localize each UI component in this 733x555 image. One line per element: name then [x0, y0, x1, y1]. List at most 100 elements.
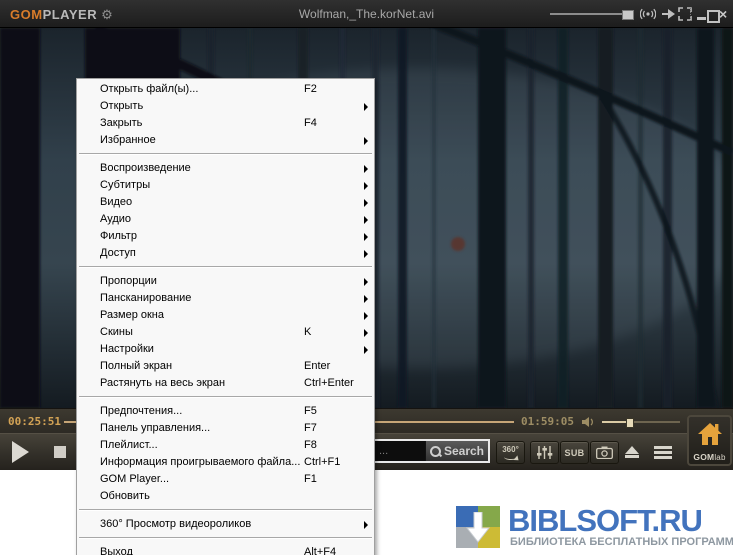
titlebar-slider[interactable] — [550, 13, 632, 15]
view-360-button[interactable]: 360° — [496, 441, 525, 464]
view-360-label: 360° — [502, 446, 519, 454]
pin-on-top-icon[interactable] — [661, 6, 677, 22]
menu-item[interactable]: Выход Alt+F4 — [77, 544, 374, 555]
menu-item-label: Пансканирование — [100, 292, 191, 304]
menu-item-label: Субтитры — [100, 179, 150, 191]
search-button[interactable]: Search — [425, 441, 488, 461]
submenu-arrow-icon — [364, 103, 368, 111]
menu-item-label: Закрыть — [100, 117, 142, 129]
gomlab-label-bold: GOM — [693, 452, 714, 462]
menu-item[interactable]: Размер окна — [77, 307, 374, 324]
menu-item-shortcut: Ctrl+F1 — [304, 454, 340, 471]
menu-item[interactable]: Полный экран Enter — [77, 358, 374, 375]
eject-icon — [625, 446, 639, 454]
rotate-arrow-icon — [504, 454, 518, 460]
gear-icon[interactable]: ⚙ — [101, 7, 113, 22]
minimize-button[interactable] — [697, 17, 706, 20]
menu-separator — [79, 537, 372, 539]
submenu-arrow-icon — [364, 233, 368, 241]
menu-item-shortcut: F4 — [304, 115, 317, 132]
menu-item-label: Пропорции — [100, 275, 157, 287]
eject-icon-bar — [625, 455, 639, 458]
menu-item-shortcut: K — [304, 324, 311, 341]
titlebar-divider — [690, 8, 691, 21]
menu-item[interactable]: Предпочтения...F5 — [77, 403, 374, 420]
gomlab-label-rest: lab — [714, 453, 725, 462]
menu-item[interactable]: Растянуть на весь экран Ctrl+Enter — [77, 375, 374, 392]
subtitles-button[interactable]: SUB — [560, 441, 589, 464]
menu-item-shortcut: F8 — [304, 437, 317, 454]
menu-item[interactable]: Открыть — [77, 98, 374, 115]
menu-item-shortcut: Alt+F4 — [304, 544, 336, 555]
menu-item[interactable]: 360° Просмотр видеороликов — [77, 516, 374, 533]
menu-item[interactable]: Видео — [77, 194, 374, 211]
menu-item[interactable]: Обновить — [77, 488, 374, 505]
menu-item[interactable]: Аудио — [77, 211, 374, 228]
menu-item[interactable]: Открыть файл(ы)...F2 — [77, 81, 374, 98]
control-panel-button[interactable] — [530, 441, 559, 464]
menu-item[interactable]: Информация проигрываемого файла...Ctrl+F… — [77, 454, 374, 471]
gomlab-label: GOMlab — [689, 452, 730, 462]
menu-item[interactable]: Фильтр — [77, 228, 374, 245]
menu-item-label: Открыть — [100, 100, 143, 112]
menu-item-label: Настройки — [100, 343, 154, 355]
menu-item-label: Полный экран — [100, 360, 172, 372]
menu-item-shortcut: F7 — [304, 420, 317, 437]
volume-fill — [602, 421, 628, 423]
hamburger-icon — [654, 446, 672, 449]
gomlab-button[interactable]: GOMlab — [687, 415, 732, 466]
menu-item[interactable]: GOM Player...F1 — [77, 471, 374, 488]
menu-item[interactable]: Закрыть F4 — [77, 115, 374, 132]
window-title: Wolfman,_The.korNet.avi — [200, 7, 533, 21]
menu-item-label: Фильтр — [100, 230, 137, 242]
menu-item[interactable]: Скины K — [77, 324, 374, 341]
submenu-arrow-icon — [364, 312, 368, 320]
menu-item-label: Скины — [100, 326, 133, 338]
more-menu-button[interactable] — [654, 446, 672, 459]
watermark: BIBLSOFT.RU БИБЛИОТЕКА БЕСПЛАТНЫХ ПРОГРА… — [456, 503, 733, 551]
menu-item[interactable]: Пропорции — [77, 273, 374, 290]
menu-item-label: Открыть файл(ы)... — [100, 83, 198, 95]
watermark-title: BIBLSOFT.RU — [508, 503, 702, 539]
menu-item[interactable]: Плейлист... F8 — [77, 437, 374, 454]
total-time: 01:59:05 — [521, 415, 574, 428]
menu-item[interactable]: Избранное — [77, 132, 374, 149]
menu-item[interactable]: Субтитры — [77, 177, 374, 194]
search-box: ... Search — [373, 439, 490, 463]
snapshot-button[interactable] — [590, 441, 619, 464]
menu-item[interactable]: Панель управления...F7 — [77, 420, 374, 437]
menu-item[interactable]: Пансканирование — [77, 290, 374, 307]
menu-item[interactable]: Воспроизведение — [77, 160, 374, 177]
menu-separator — [79, 153, 372, 155]
menu-item-label: Растянуть на весь экран — [100, 377, 225, 389]
titlebar-slider-handle[interactable] — [622, 10, 634, 20]
eject-button[interactable] — [624, 446, 640, 458]
menu-item-label: Выход — [100, 546, 133, 555]
submenu-arrow-icon — [364, 295, 368, 303]
logo-player-text: PLAYER — [43, 7, 98, 22]
close-button[interactable]: × — [719, 6, 727, 22]
menu-item-label: Предпочтения... — [100, 405, 182, 417]
stop-button[interactable] — [54, 446, 66, 458]
menu-item[interactable]: Доступ — [77, 245, 374, 262]
play-button[interactable] — [12, 441, 29, 463]
speaker-icon[interactable] — [582, 416, 596, 428]
menu-item-label: Плейлист... — [100, 439, 158, 451]
watermark-subtitle: БИБЛИОТЕКА БЕСПЛАТНЫХ ПРОГРАММ — [510, 536, 733, 548]
volume-slider[interactable] — [602, 421, 680, 423]
hamburger-icon — [654, 456, 672, 459]
titlebar[interactable]: GOMPLAYER⚙ Wolfman,_The.korNet.avi — [0, 0, 733, 28]
volume-handle[interactable] — [626, 418, 634, 428]
broadcast-icon[interactable] — [640, 6, 656, 22]
current-time: 00:25:51 — [8, 415, 61, 428]
menu-item-shortcut: Ctrl+Enter — [304, 375, 354, 392]
menu-item[interactable]: Настройки — [77, 341, 374, 358]
menu-separator — [79, 509, 372, 511]
logo-gom-text: GOM — [10, 7, 43, 22]
menu-item-shortcut: Enter — [304, 358, 330, 375]
menu-item-label: Размер окна — [100, 309, 164, 321]
search-input[interactable]: ... — [375, 441, 425, 461]
home-icon — [697, 422, 723, 446]
context-menu: Открыть файл(ы)...F2 Открыть Закрыть F4Избр… — [76, 78, 375, 555]
menu-separator — [79, 266, 372, 268]
